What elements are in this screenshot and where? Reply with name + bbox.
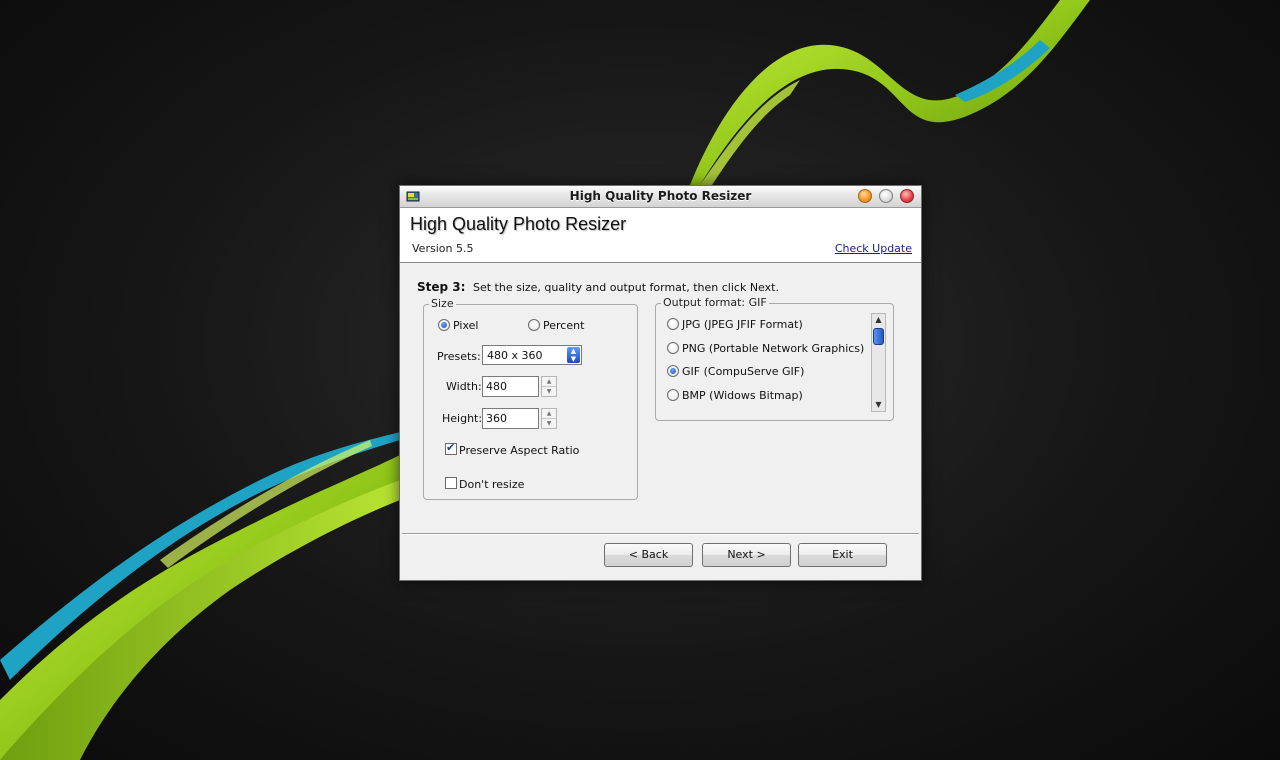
maximize-icon[interactable]	[879, 189, 893, 203]
size-group-legend: Size	[429, 297, 456, 310]
scroll-thumb[interactable]	[873, 328, 884, 345]
output-format-legend: Output format: GIF	[661, 296, 769, 309]
minimize-icon[interactable]	[858, 189, 872, 203]
spin-up-icon[interactable]: ▲	[542, 377, 556, 387]
next-button[interactable]: Next >	[702, 543, 791, 567]
pixel-radio-label[interactable]: Pixel	[453, 319, 478, 332]
check-update-link[interactable]: Check Update	[835, 242, 912, 255]
width-spinner[interactable]: ▲ ▼	[541, 376, 557, 397]
dont-resize-checkbox[interactable]	[445, 477, 457, 489]
dropdown-arrow-icon[interactable]: ▲ ▼	[567, 347, 580, 363]
presets-dropdown[interactable]: 480 x 360 ▲ ▼	[482, 345, 582, 365]
pixel-radio[interactable]	[438, 319, 450, 331]
step-description: Set the size, quality and output format,…	[473, 281, 779, 294]
footer-divider	[402, 533, 919, 535]
percent-radio[interactable]	[528, 319, 540, 331]
format-radio-bmp[interactable]	[667, 389, 679, 401]
format-label-png[interactable]: PNG (Portable Network Graphics)	[682, 342, 864, 355]
height-field[interactable]: 360	[482, 408, 539, 429]
preserve-aspect-checkbox[interactable]	[445, 441, 457, 455]
close-icon[interactable]	[900, 189, 914, 203]
scroll-down-icon[interactable]: ▼	[872, 399, 885, 411]
app-window: High Quality Photo Resizer High Quality …	[399, 185, 922, 581]
spin-up-icon[interactable]: ▲	[542, 409, 556, 419]
width-field[interactable]: 480	[482, 376, 539, 397]
dont-resize-label[interactable]: Don't resize	[459, 478, 524, 491]
output-format-group: Output format: GIF JPG (JPEG JFIF Format…	[655, 296, 894, 421]
format-radio-jpg[interactable]	[667, 318, 679, 330]
spin-down-icon[interactable]: ▼	[542, 387, 556, 396]
format-radio-png[interactable]	[667, 342, 679, 354]
size-group: Size Pixel Percent Presets: 480 x 360 ▲ ▼…	[423, 297, 638, 500]
header-panel: High Quality Photo Resizer Version 5.5 C…	[400, 208, 921, 263]
header-title: High Quality Photo Resizer	[410, 214, 627, 234]
width-label: Width:	[446, 380, 482, 393]
title-bar[interactable]: High Quality Photo Resizer	[400, 186, 921, 208]
spin-down-icon[interactable]: ▼	[542, 419, 556, 428]
window-title: High Quality Photo Resizer	[569, 189, 752, 203]
format-label-bmp[interactable]: BMP (Widows Bitmap)	[682, 389, 803, 402]
preserve-aspect-label[interactable]: Preserve Aspect Ratio	[459, 444, 579, 457]
height-spinner[interactable]: ▲ ▼	[541, 408, 557, 429]
version-label: Version 5.5	[412, 242, 474, 255]
format-label-gif[interactable]: GIF (CompuServe GIF)	[682, 365, 804, 378]
format-list-scrollbar[interactable]: ▲ ▼	[871, 313, 886, 412]
desktop-wallpaper: High Quality Photo Resizer High Quality …	[0, 0, 1280, 760]
scroll-up-icon[interactable]: ▲	[872, 314, 885, 326]
height-label: Height:	[442, 412, 483, 425]
presets-label: Presets:	[437, 350, 481, 363]
format-radio-gif[interactable]	[667, 365, 679, 377]
presets-value: 480 x 360	[487, 349, 543, 362]
percent-radio-label[interactable]: Percent	[543, 319, 584, 332]
back-button[interactable]: < Back	[604, 543, 693, 567]
exit-button[interactable]: Exit	[798, 543, 887, 567]
format-label-jpg[interactable]: JPG (JPEG JFIF Format)	[682, 318, 803, 331]
step-label: Step 3:	[417, 280, 466, 294]
